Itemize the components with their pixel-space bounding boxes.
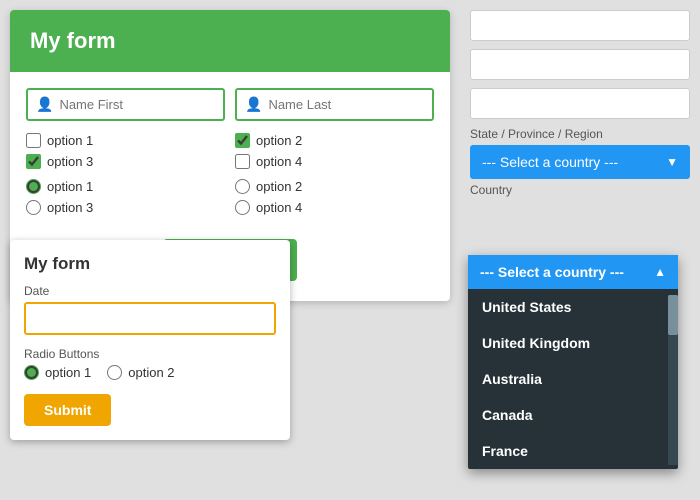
country-label: Country xyxy=(470,183,690,197)
second-form-title: My form xyxy=(24,254,276,274)
radio-option1-label: option 1 xyxy=(47,179,93,194)
form-title: My form xyxy=(10,10,450,72)
name-last-field[interactable]: 👤 xyxy=(235,88,434,121)
second-radio-option2-label: option 2 xyxy=(128,365,174,380)
right-input-2[interactable] xyxy=(470,49,690,80)
checkbox-option2-label: option 2 xyxy=(256,133,302,148)
country-section: --- Select a country --- ▼ Country xyxy=(470,145,690,197)
dropdown-item-fr[interactable]: France xyxy=(468,433,678,469)
radio-option3-label: option 3 xyxy=(47,200,93,215)
second-radio-option2[interactable]: option 2 xyxy=(107,365,174,380)
checkbox-option2[interactable]: option 2 xyxy=(235,133,434,148)
dropdown-scrollbar-thumb xyxy=(668,295,678,335)
person-icon-2: 👤 xyxy=(245,96,262,113)
dropdown-arrow-icon: ▼ xyxy=(666,155,678,169)
right-input-1[interactable] xyxy=(470,10,690,41)
checkbox-option3-label: option 3 xyxy=(47,154,93,169)
date-input[interactable]: 2014-05-07 xyxy=(24,302,276,335)
right-panel: State / Province / Region --- Select a c… xyxy=(470,10,690,201)
dropdown-item-us[interactable]: United States xyxy=(468,289,678,325)
second-radio-option1-input[interactable] xyxy=(24,365,39,380)
country-dropdown: --- Select a country --- ▲ United States… xyxy=(468,255,678,469)
name-row: 👤 👤 xyxy=(26,88,434,121)
state-label: State / Province / Region xyxy=(470,127,690,141)
country-select-label: --- Select a country --- xyxy=(482,154,618,170)
checkbox-option3[interactable]: option 3 xyxy=(26,154,225,169)
name-last-input[interactable] xyxy=(268,97,424,112)
checkbox-option1[interactable]: option 1 xyxy=(26,133,225,148)
radio-option3[interactable]: option 3 xyxy=(26,200,225,215)
checkbox-option3-input[interactable] xyxy=(26,154,41,169)
radio-option1-input[interactable] xyxy=(26,179,41,194)
radio-option1[interactable]: option 1 xyxy=(26,179,225,194)
dropdown-list: United States United Kingdom Australia C… xyxy=(468,289,678,469)
checkbox-option4[interactable]: option 4 xyxy=(235,154,434,169)
person-icon: 👤 xyxy=(36,96,53,113)
second-radio-option1[interactable]: option 1 xyxy=(24,365,91,380)
second-form-card: My form Date 2014-05-07 Radio Buttons op… xyxy=(10,240,290,440)
dropdown-item-ca[interactable]: Canada xyxy=(468,397,678,433)
country-select-button[interactable]: --- Select a country --- ▼ xyxy=(470,145,690,179)
right-input-3[interactable] xyxy=(470,88,690,119)
name-first-field[interactable]: 👤 xyxy=(26,88,225,121)
checkbox-option1-input[interactable] xyxy=(26,133,41,148)
radio-group: option 1 option 2 option 3 option 4 xyxy=(26,179,434,215)
radio-option3-input[interactable] xyxy=(26,200,41,215)
radio-option2-label: option 2 xyxy=(256,179,302,194)
radio-option2[interactable]: option 2 xyxy=(235,179,434,194)
checkbox-option2-input[interactable] xyxy=(235,133,250,148)
second-radio-option2-input[interactable] xyxy=(107,365,122,380)
radio-buttons-label: Radio Buttons xyxy=(24,347,276,361)
dropdown-item-uk[interactable]: United Kingdom xyxy=(468,325,678,361)
second-radio-group: option 1 option 2 xyxy=(24,365,276,380)
name-first-input[interactable] xyxy=(59,97,215,112)
dropdown-header-label: --- Select a country --- xyxy=(480,264,624,280)
radio-option4-label: option 4 xyxy=(256,200,302,215)
second-radio-option1-label: option 1 xyxy=(45,365,91,380)
radio-option4-input[interactable] xyxy=(235,200,250,215)
checkbox-option4-input[interactable] xyxy=(235,154,250,169)
dropdown-scrollbar[interactable] xyxy=(668,295,678,465)
checkbox-group: option 1 option 2 option 3 option 4 xyxy=(26,133,434,169)
radio-option4[interactable]: option 4 xyxy=(235,200,434,215)
checkbox-option1-label: option 1 xyxy=(47,133,93,148)
dropdown-header[interactable]: --- Select a country --- ▲ xyxy=(468,255,678,289)
dropdown-item-au[interactable]: Australia xyxy=(468,361,678,397)
dropdown-arrow-up-icon: ▲ xyxy=(654,265,666,279)
radio-option2-input[interactable] xyxy=(235,179,250,194)
date-label: Date xyxy=(24,284,276,298)
checkbox-option4-label: option 4 xyxy=(256,154,302,169)
second-submit-button[interactable]: Submit xyxy=(24,394,111,426)
